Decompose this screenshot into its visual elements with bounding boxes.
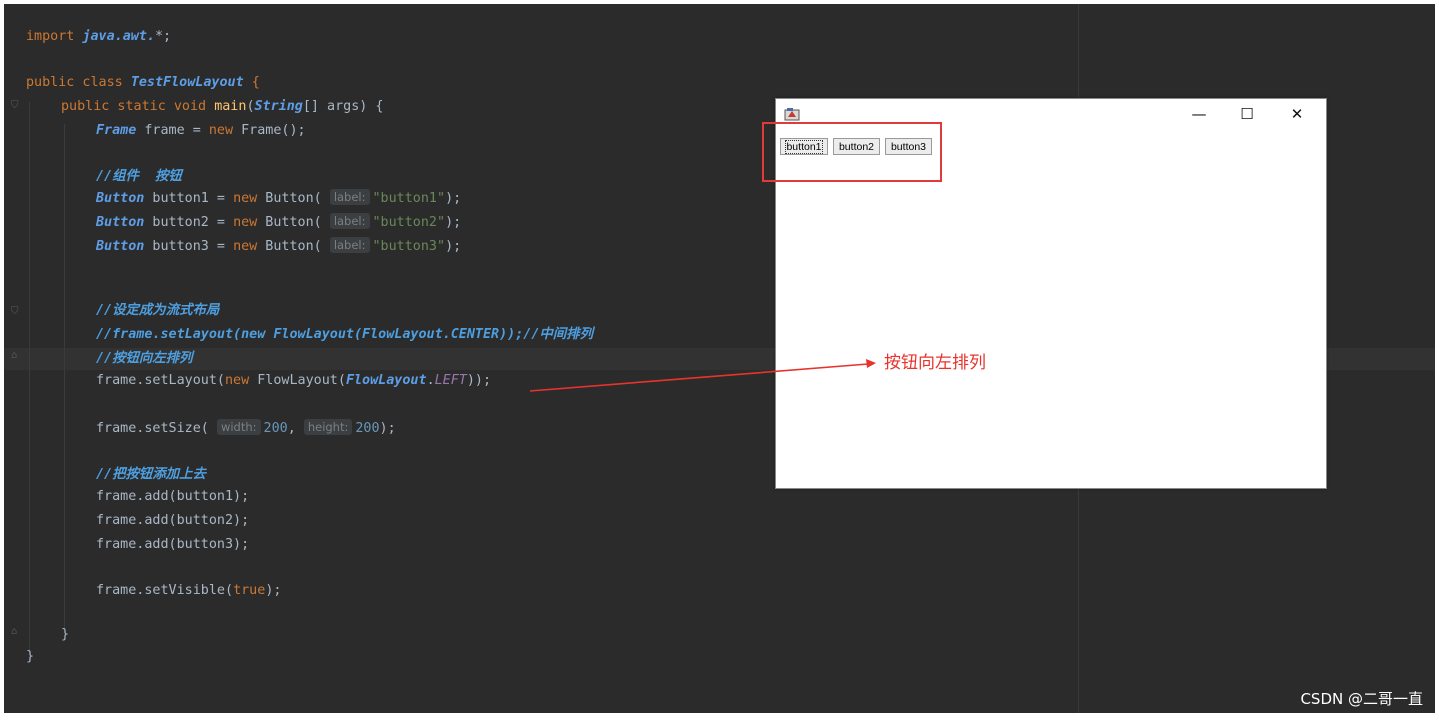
annotation-label: 按钮向左排列	[884, 353, 986, 373]
annotation-arrow-icon	[529, 359, 876, 392]
